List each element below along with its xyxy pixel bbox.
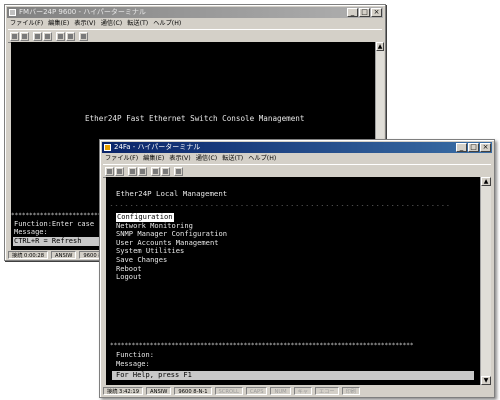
- new-icon[interactable]: [10, 31, 19, 41]
- hyperterminal-app-icon: [9, 9, 16, 16]
- properties-icon[interactable]: [79, 31, 88, 41]
- front-terminal-screen[interactable]: Ether24P Local Management - - - - - - - …: [106, 177, 480, 385]
- back-menubar: ファイル(F) 編集(E) 表示(V) 通信(C) 転送(T) ヘルプ(H): [8, 19, 382, 28]
- close-button[interactable]: ×: [480, 143, 491, 152]
- status-print: 印刷: [341, 387, 360, 395]
- menu-file[interactable]: ファイル(F): [105, 154, 138, 163]
- menu-view[interactable]: 表示(V): [74, 19, 95, 28]
- front-function-line: Function:: [116, 351, 154, 359]
- back-console-heading: Ether24P Fast Ethernet Switch Console Ma…: [85, 114, 305, 123]
- maximize-button[interactable]: □: [468, 143, 479, 152]
- menu-edit[interactable]: 編集(E): [48, 19, 69, 28]
- receive-icon[interactable]: [161, 166, 170, 176]
- status-scroll: SCROLL: [214, 387, 243, 395]
- front-statusbar: 接続 3:42:19 ANSIW 9600 8-N-1 SCROLL CAPS …: [103, 387, 491, 396]
- status-caps: CAPS: [245, 387, 268, 395]
- menu-call[interactable]: 通信(C): [101, 19, 123, 28]
- status-num: NUM: [270, 387, 291, 395]
- scroll-down-arrow-icon[interactable]: ▼: [481, 376, 491, 385]
- scroll-up-arrow-icon[interactable]: ▲: [481, 177, 491, 186]
- heading-rule: - - - - - - - - - - - - - - - - - - - - …: [110, 203, 449, 209]
- menu-transfer[interactable]: 転送(T): [222, 154, 243, 163]
- disconnect-icon[interactable]: [138, 166, 147, 176]
- open-icon[interactable]: [115, 166, 124, 176]
- status-emulation: ANSIW: [51, 251, 77, 259]
- front-hyperterminal-window[interactable]: 24Fa - ハイパーターミナル _ □ × ファイル(F) 編集(E) 表示(…: [99, 139, 495, 398]
- phone-icon[interactable]: [33, 31, 42, 41]
- minimize-button[interactable]: _: [347, 8, 358, 17]
- menu-call[interactable]: 通信(C): [196, 154, 218, 163]
- close-button[interactable]: ×: [371, 8, 382, 17]
- menu-view[interactable]: 表示(V): [169, 154, 190, 163]
- menu-transfer[interactable]: 転送(T): [127, 19, 148, 28]
- menu-help[interactable]: ヘルプ(H): [153, 19, 181, 28]
- front-message-line: Message:: [116, 360, 150, 368]
- phone-icon[interactable]: [128, 166, 137, 176]
- local-management-heading: Ether24P Local Management: [116, 189, 228, 198]
- back-window-title: FMバー24P 9600 - ハイパーターミナル: [19, 8, 146, 16]
- back-window-titlebar[interactable]: FMバー24P 9600 - ハイパーターミナル _ □ ×: [7, 7, 383, 18]
- front-window-titlebar[interactable]: 24Fa - ハイパーターミナル _ □ ×: [102, 142, 492, 153]
- maximize-button[interactable]: □: [359, 8, 370, 17]
- hyperterminal-app-icon: [104, 144, 111, 151]
- status-capture: キャ: [293, 387, 313, 395]
- properties-icon[interactable]: [174, 166, 183, 176]
- send-icon[interactable]: [56, 31, 65, 41]
- scroll-up-arrow-icon[interactable]: ▲: [376, 42, 384, 51]
- new-icon[interactable]: [105, 166, 114, 176]
- status-emulation: ANSIW: [146, 387, 172, 395]
- disconnect-icon[interactable]: [43, 31, 52, 41]
- front-menubar: ファイル(F) 編集(E) 表示(V) 通信(C) 転送(T) ヘルプ(H): [103, 154, 491, 163]
- receive-icon[interactable]: [66, 31, 75, 41]
- back-function-line: Function:Enter case: [14, 220, 95, 228]
- front-window-title: 24Fa - ハイパーターミナル: [114, 143, 201, 151]
- back-toolbar: [8, 29, 382, 43]
- status-echo: エコー: [315, 387, 339, 395]
- menu-file[interactable]: ファイル(F): [10, 19, 43, 28]
- back-message-line: Message:: [14, 228, 48, 236]
- front-toolbar: [103, 164, 491, 178]
- main-menu: Configuration Network Monitoring SNMP Ma…: [116, 212, 227, 282]
- front-vertical-scrollbar[interactable]: ▲ ▼: [480, 177, 491, 385]
- menu-help[interactable]: ヘルプ(H): [248, 154, 276, 163]
- status-port-settings: 9600 8-N-1: [174, 387, 212, 395]
- help-hint: For Help, press F1: [112, 371, 474, 380]
- menu-item-logout[interactable]: Logout: [116, 273, 227, 282]
- status-connected-time: 接続 0:00:28: [8, 251, 49, 259]
- back-refresh-hint: CTRL+R = Refresh: [13, 237, 108, 246]
- front-separator: ****************************************…: [110, 342, 414, 349]
- menu-edit[interactable]: 編集(E): [143, 154, 164, 163]
- send-icon[interactable]: [151, 166, 160, 176]
- minimize-button[interactable]: _: [456, 143, 467, 152]
- status-connected-time: 接続 3:42:19: [103, 387, 144, 395]
- open-icon[interactable]: [20, 31, 29, 41]
